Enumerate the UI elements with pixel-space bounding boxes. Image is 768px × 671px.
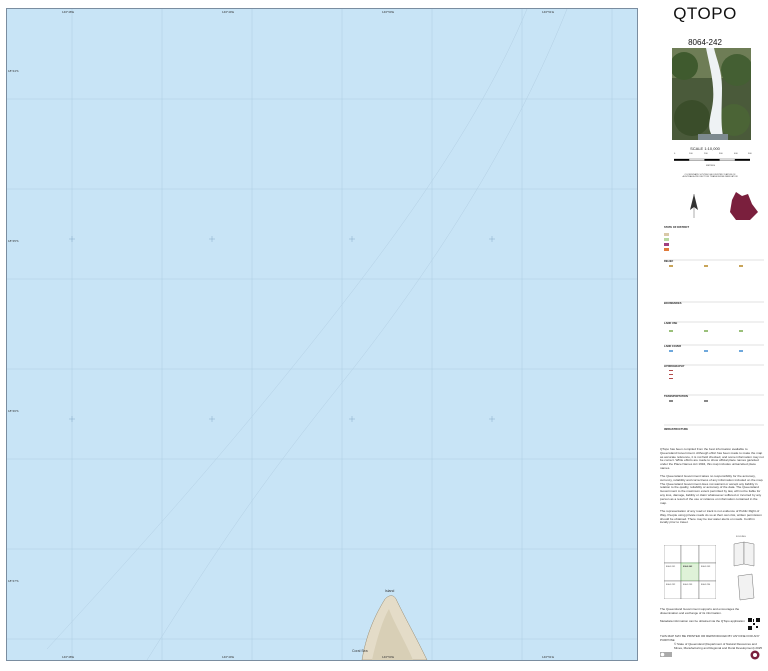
disclaimer-2: The Queensland Government takes no respo… [660, 474, 764, 505]
scale-tick-2: 200 [704, 153, 708, 155]
sheet-index[interactable] [664, 545, 716, 599]
sea-area [7, 9, 637, 660]
footer-metadata[interactable]: Metadata information can be obtained via… [660, 619, 750, 624]
queensland-map-icon [730, 192, 758, 220]
left-tick-2: 18°45'S [8, 239, 19, 243]
scale-tick-3: 300 [719, 153, 723, 155]
left-tick-1: 18°44'S [8, 69, 19, 73]
map-frame[interactable]: 146°48'E 146°49'E 146°50'E 146°51'E 146°… [6, 8, 638, 661]
bottom-tick-1: 146°48'E [62, 655, 75, 659]
legend-section-boundaries: BOUNDARIES [664, 302, 682, 305]
scale-tick-1: 100 [689, 153, 693, 155]
legend-section-land-cover: LAND COVER [664, 345, 682, 348]
map-canvas[interactable] [7, 9, 637, 660]
bottom-tick-3: 146°50'E [382, 655, 395, 659]
top-tick-3: 146°50'E [382, 10, 395, 14]
island-label: Island [385, 589, 395, 593]
left-tick-4: 18°47'S [8, 579, 19, 583]
scale-tick-0: 0 [674, 153, 676, 155]
legend-symbols [664, 259, 764, 426]
scale-bar [674, 158, 750, 161]
creative-commons-icon [660, 652, 672, 657]
disclaimer-3: The representation of any road or track … [660, 509, 762, 525]
index-cell-1: 8064-241 [666, 566, 676, 568]
scale-label: SCALE 1:10,000 [690, 146, 720, 151]
map-title: QTOPO [673, 4, 737, 23]
folding-diagram [733, 541, 755, 601]
qr-code-icon[interactable] [748, 618, 760, 630]
scale-tick-4: 400 [734, 153, 738, 155]
scale-tick-5: 500 [748, 153, 752, 155]
bottom-tick-4: 146°51'E [542, 655, 555, 659]
projection-note: COORDINATE SYSTEM GEOCENTRIC DATUM OF AU… [682, 174, 738, 178]
legend-section-land-use: LAND USE [664, 322, 678, 325]
top-tick-1: 146°48'E [62, 10, 75, 14]
footer-support: The Queensland Government supports and e… [660, 607, 740, 615]
legend-section-relief: RELIEF [664, 260, 674, 263]
queensland-crest-icon [750, 650, 760, 660]
scale-unit: METRES [706, 165, 716, 167]
legend-section-infrastructure: INFRASTRUCTURE [664, 428, 688, 431]
locator-diagram [690, 192, 758, 220]
index-cell-4: 8064-233 [683, 584, 693, 586]
index-cell-2: 8064-243 [701, 566, 711, 568]
legend-section-transportation: TRANSPORTATION [664, 395, 688, 398]
legend-section-hydrography: HYDROGRAPHY [664, 365, 685, 368]
fold-label: FOLDING [736, 536, 746, 538]
disclaimer-1: QTopo has been compiled from the best in… [660, 447, 764, 470]
bottom-tick-2: 146°49'E [222, 655, 235, 659]
waterfall-photo [672, 48, 751, 140]
left-tick-3: 18°46'S [8, 409, 19, 413]
index-cell-current: 8064-242 [683, 566, 693, 568]
legend-heading: STATE OF DISTRICT [664, 226, 690, 229]
side-panel: QTOPO 8064-242 SCALE 1:10,000 0 100 200 … [644, 0, 766, 671]
top-tick-2: 146°49'E [222, 10, 235, 14]
index-cell-5: 8064-234 [701, 584, 711, 586]
top-tick-4: 146°51'E [542, 10, 555, 14]
sheet-number: 8064-242 [688, 38, 722, 47]
sea-label: Coral Sea [352, 649, 368, 653]
index-cell-3: 8064-232 [666, 584, 676, 586]
